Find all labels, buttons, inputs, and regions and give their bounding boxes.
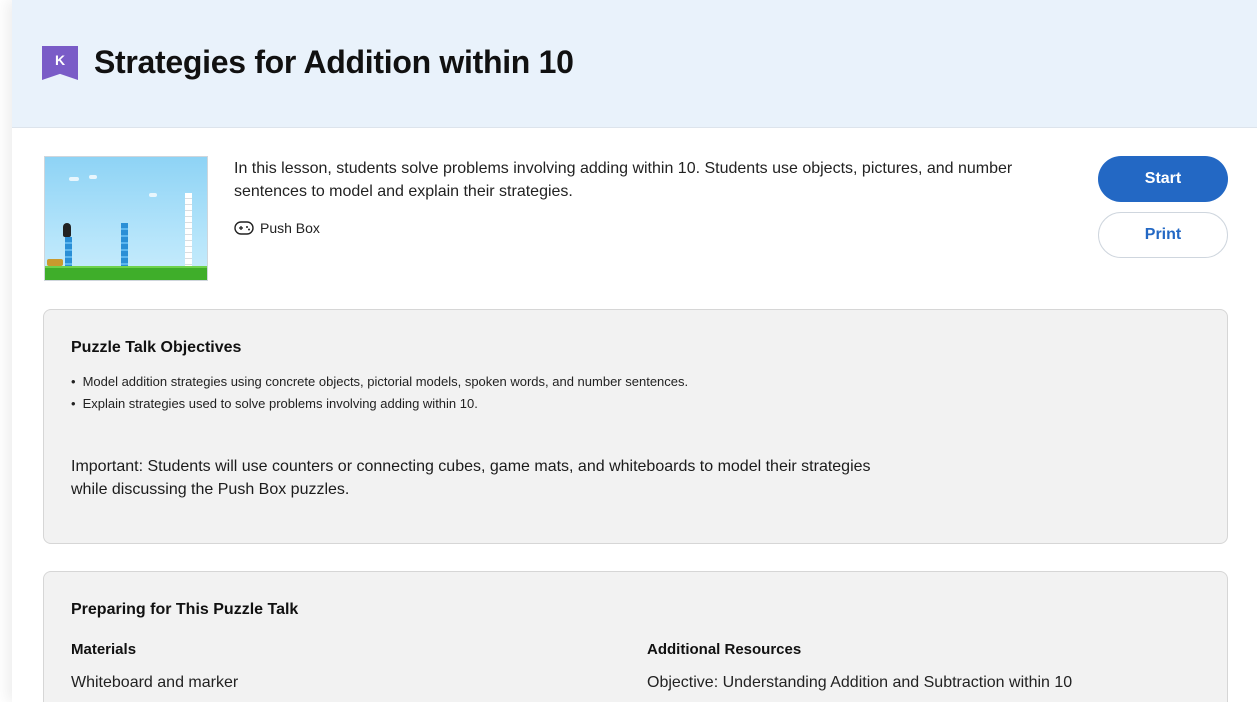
cube-stack [121,223,128,268]
preparing-panel: Preparing for This Puzzle Talk Materials… [43,571,1228,702]
cart-shape [47,259,63,266]
list-item: Whiteboard and marker [71,674,239,691]
ground [45,268,207,280]
gamepad-icon [234,221,254,235]
cube-stack [185,193,192,268]
lesson-card: K Strategies for Addition within 10 In t… [12,0,1257,702]
objectives-panel: Puzzle Talk Objectives Model addition st… [43,309,1228,544]
lesson-header: K Strategies for Addition within 10 [12,0,1257,128]
objectives-list: Model addition strategies using concrete… [71,371,689,415]
list-item: Explain strategies used to solve problem… [71,393,688,415]
grade-badge: K [42,46,78,80]
cube-stack [65,237,72,268]
preparing-title: Preparing for This Puzzle Talk [71,601,299,618]
print-button[interactable]: Print [1098,212,1228,258]
page-title: Strategies for Addition within 10 [94,44,574,80]
resources-title: Additional Resources [647,641,802,658]
important-note: Important: Students will use counters or… [71,458,871,498]
start-button[interactable]: Start [1098,156,1228,202]
game-tag[interactable]: Push Box [234,220,320,236]
game-thumbnail[interactable] [44,156,208,281]
list-item: Model addition strategies using concrete… [71,371,689,393]
cloud-shape [89,175,97,179]
game-name: Push Box [260,220,320,236]
lesson-description: In this lesson, students solve problems … [234,160,1013,200]
cloud-shape [69,177,79,181]
materials-title: Materials [71,641,137,658]
penguin-character [63,223,71,237]
cloud-shape [149,193,157,197]
resource-link[interactable]: Objective: Understanding Addition and Su… [647,674,1072,692]
objectives-title: Puzzle Talk Objectives [71,339,242,356]
